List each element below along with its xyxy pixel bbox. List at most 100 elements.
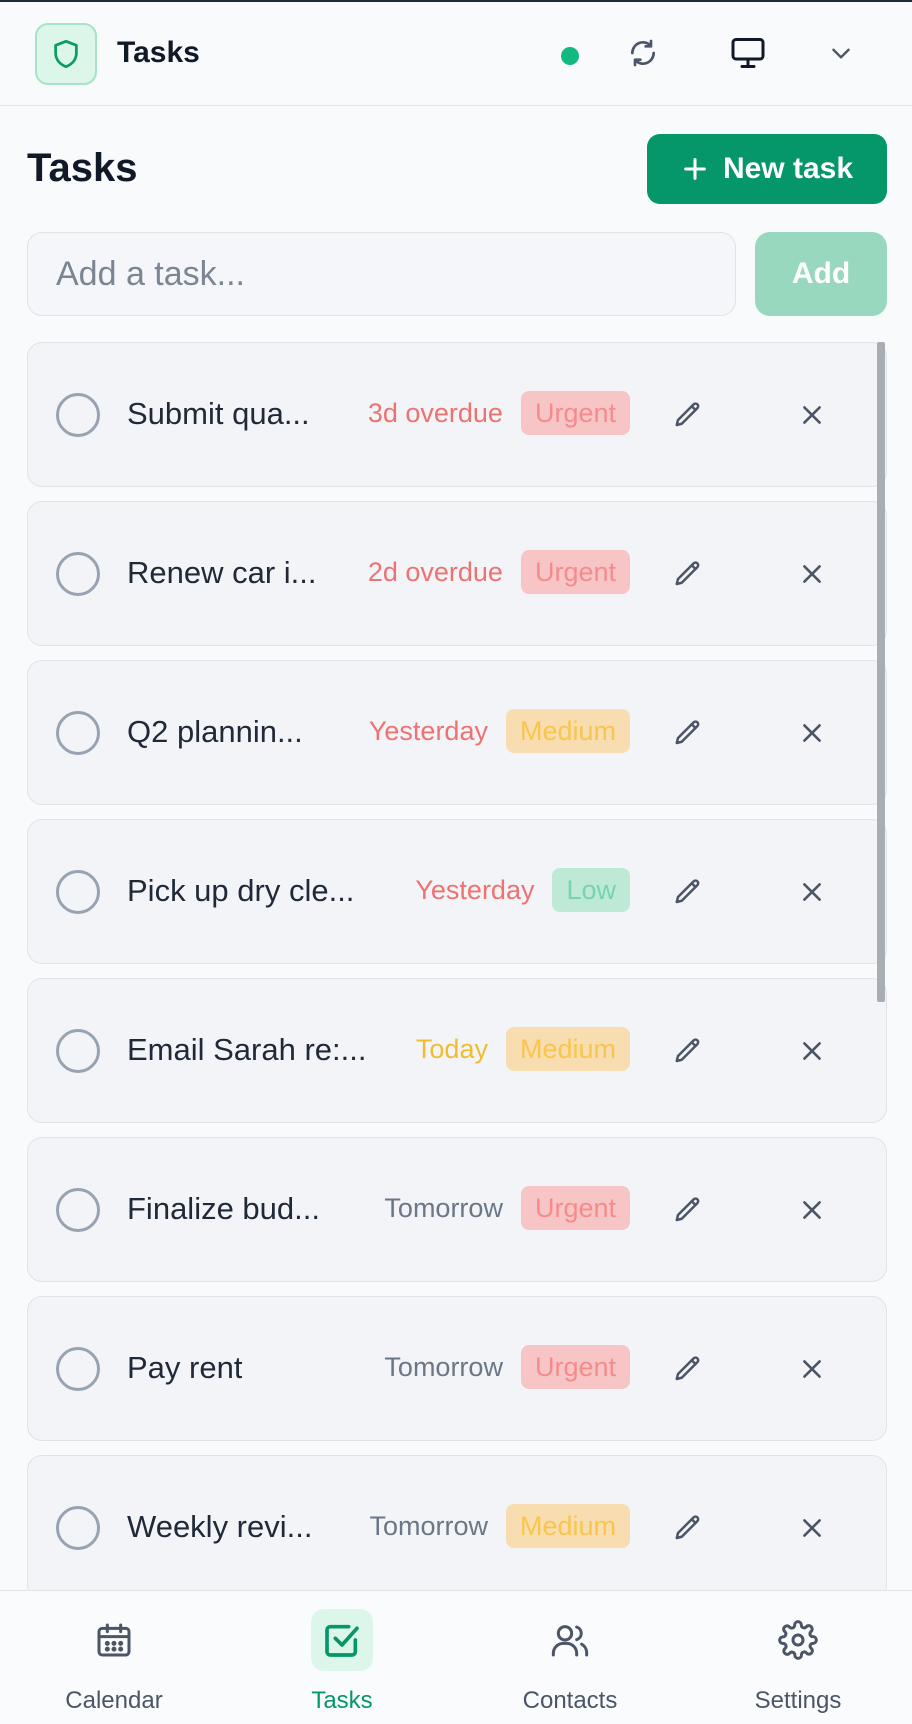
add-task-row: Add <box>27 232 887 316</box>
task-card[interactable]: Pick up dry cle... Yesterday Low <box>27 819 887 964</box>
close-icon <box>803 1360 821 1378</box>
edit-task-button[interactable] <box>668 395 708 435</box>
add-task-button[interactable]: Add <box>755 232 887 316</box>
chevron-down-icon <box>832 48 850 59</box>
task-checkbox[interactable] <box>56 711 100 755</box>
pencil-icon <box>675 879 700 904</box>
delete-task-button[interactable] <box>792 713 832 753</box>
delete-task-button[interactable] <box>792 1031 832 1071</box>
close-icon <box>803 1519 821 1537</box>
task-meta: Yesterday Medium <box>369 709 630 753</box>
edit-task-button[interactable] <box>668 554 708 594</box>
edit-task-button[interactable] <box>668 1031 708 1071</box>
new-task-button[interactable]: New task <box>647 134 887 204</box>
task-checkbox[interactable] <box>56 870 100 914</box>
close-icon <box>803 1042 821 1060</box>
priority-badge: Low <box>552 868 630 912</box>
close-icon <box>803 565 821 583</box>
priority-badge: Medium <box>505 1504 630 1548</box>
delete-task-button[interactable] <box>792 1190 832 1230</box>
task-card[interactable]: Email Sarah re:... Today Medium <box>27 978 887 1123</box>
task-meta: 2d overdue Urgent <box>368 550 630 594</box>
pencil-icon <box>675 402 700 427</box>
nav-icon-box <box>83 1609 145 1671</box>
task-meta: Tomorrow Medium <box>369 1504 630 1548</box>
close-icon <box>803 724 821 742</box>
pencil-icon <box>675 1515 700 1540</box>
delete-task-button[interactable] <box>792 395 832 435</box>
task-card[interactable]: Submit qua... 3d overdue Urgent <box>27 342 887 487</box>
bottom-nav: Calendar Tasks Contacts Settings <box>0 1590 912 1724</box>
task-checkbox[interactable] <box>56 393 100 437</box>
task-checkbox[interactable] <box>56 1506 100 1550</box>
due-label: Tomorrow <box>384 1192 503 1223</box>
delete-task-button[interactable] <box>792 872 832 912</box>
due-label: Tomorrow <box>384 1351 503 1382</box>
task-title: Renew car i... <box>127 555 317 590</box>
top-bar: Tasks <box>0 0 912 106</box>
task-card[interactable]: Q2 plannin... Yesterday Medium <box>27 660 887 805</box>
edit-task-button[interactable] <box>668 872 708 912</box>
display-mode-button[interactable] <box>724 29 772 77</box>
task-title: Finalize bud... <box>127 1191 320 1226</box>
nav-label-tasks: Tasks <box>311 1687 373 1714</box>
app-title: Tasks <box>117 36 200 69</box>
add-task-input[interactable] <box>27 232 736 316</box>
scrollbar[interactable] <box>877 342 885 1002</box>
task-list: Submit qua... 3d overdue Urgent Renew car i… <box>27 342 887 1614</box>
refresh-icon <box>631 39 655 67</box>
page-title: Tasks <box>27 146 138 190</box>
edit-task-button[interactable] <box>668 713 708 753</box>
edit-task-button[interactable] <box>668 1349 708 1389</box>
edit-task-button[interactable] <box>668 1190 708 1230</box>
delete-task-button[interactable] <box>792 1349 832 1389</box>
due-label: 3d overdue <box>367 397 503 428</box>
task-card[interactable]: Finalize bud... Tomorrow Urgent <box>27 1137 887 1282</box>
close-icon <box>803 883 821 901</box>
close-icon <box>803 406 821 424</box>
plus-icon <box>684 158 706 180</box>
settings-icon <box>778 1620 818 1660</box>
delete-task-button[interactable] <box>792 1508 832 1548</box>
monitor-icon <box>731 38 765 68</box>
status-indicator <box>561 47 579 65</box>
priority-badge: Medium <box>505 709 630 753</box>
nav-label-calendar: Calendar <box>65 1687 163 1714</box>
task-checkbox[interactable] <box>56 1347 100 1391</box>
task-meta: Tomorrow Urgent <box>384 1186 630 1230</box>
sync-button[interactable] <box>619 29 667 77</box>
contacts-icon <box>551 1625 589 1657</box>
task-card[interactable]: Pay rent Tomorrow Urgent <box>27 1296 887 1441</box>
nav-item-tasks[interactable]: Tasks <box>228 1591 456 1724</box>
task-title: Email Sarah re:... <box>127 1032 367 1067</box>
pencil-icon <box>675 561 700 586</box>
priority-badge: Urgent <box>520 1345 630 1389</box>
delete-task-button[interactable] <box>792 554 832 594</box>
task-title: Weekly revi... <box>127 1509 313 1544</box>
nav-item-settings[interactable]: Settings <box>684 1591 912 1724</box>
due-label: Yesterday <box>368 715 488 746</box>
task-title: Submit qua... <box>127 396 310 431</box>
edit-task-button[interactable] <box>668 1508 708 1548</box>
tasks-icon <box>325 1624 359 1657</box>
task-title: Q2 plannin... <box>127 714 303 749</box>
task-card[interactable]: Renew car i... 2d overdue Urgent <box>27 501 887 646</box>
task-checkbox[interactable] <box>56 552 100 596</box>
nav-label-contacts: Contacts <box>522 1687 618 1714</box>
calendar-icon <box>97 1623 131 1657</box>
priority-badge: Urgent <box>520 550 630 594</box>
task-card[interactable]: Weekly revi... Tomorrow Medium <box>27 1455 887 1600</box>
pencil-icon <box>675 1038 700 1063</box>
task-meta: Tomorrow Urgent <box>384 1345 630 1389</box>
pencil-icon <box>675 1356 700 1381</box>
pencil-icon <box>675 720 700 745</box>
task-checkbox[interactable] <box>56 1188 100 1232</box>
menu-dropdown-button[interactable] <box>817 29 865 77</box>
priority-badge: Medium <box>505 1027 630 1071</box>
nav-item-calendar[interactable]: Calendar <box>0 1591 228 1724</box>
nav-icon-box <box>539 1609 601 1671</box>
task-checkbox[interactable] <box>56 1029 100 1073</box>
due-label: 2d overdue <box>367 556 503 587</box>
task-title: Pay rent <box>127 1350 243 1385</box>
nav-item-contacts[interactable]: Contacts <box>456 1591 684 1724</box>
